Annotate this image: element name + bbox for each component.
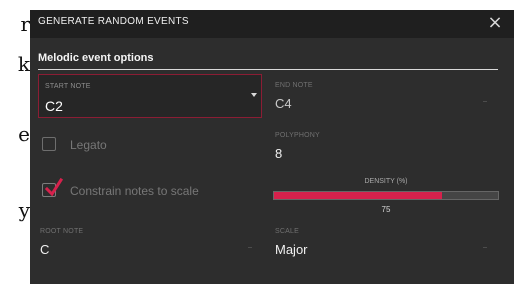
density-slider-fill (274, 192, 442, 199)
end-note-dropdown-indicator (483, 101, 487, 102)
background-letter-r: r (20, 12, 30, 36)
end-note-value: C4 (275, 96, 292, 111)
legato-checkbox-row[interactable]: Legato (40, 136, 270, 156)
polyphony-label: POLYPHONY (275, 132, 320, 139)
end-note-field[interactable]: END NOTE C4 (273, 82, 497, 118)
close-icon[interactable]: × (486, 14, 504, 32)
density-control[interactable]: DENSITY (%) 75 (273, 178, 499, 216)
end-note-label: END NOTE (275, 82, 313, 89)
background-letter-e: e (18, 122, 30, 146)
section-title: Melodic event options (38, 52, 154, 64)
root-note-value: C (40, 242, 50, 257)
scale-label: SCALE (275, 228, 299, 235)
root-note-dropdown-indicator (248, 247, 252, 248)
check-icon (45, 177, 63, 197)
dialog-header: GENERATE RANDOM EVENTS × (30, 10, 514, 38)
density-value: 75 (381, 205, 391, 214)
background-letter-k: k (17, 52, 30, 76)
root-note-field[interactable]: ROOT NOTE C (38, 228, 262, 264)
start-note-field[interactable]: START NOTE C2 (38, 74, 262, 118)
root-note-label: ROOT NOTE (40, 228, 84, 235)
polyphony-field[interactable]: POLYPHONY 8 (273, 132, 497, 168)
constrain-notes-label: Constrain notes to scale (70, 184, 199, 198)
section-divider (38, 69, 498, 70)
generate-random-events-dialog: GENERATE RANDOM EVENTS × Melodic event o… (30, 10, 514, 284)
legato-label: Legato (70, 138, 107, 152)
start-note-label: START NOTE (45, 83, 91, 90)
constrain-notes-checkbox-row[interactable]: Constrain notes to scale (40, 177, 270, 202)
start-note-value: C2 (45, 98, 63, 114)
density-label: DENSITY (%) (364, 178, 408, 185)
dialog-title: GENERATE RANDOM EVENTS (38, 16, 189, 27)
chevron-down-icon (251, 93, 257, 97)
polyphony-value: 8 (275, 146, 283, 161)
scale-value: Major (275, 242, 308, 257)
legato-checkbox[interactable] (42, 137, 56, 151)
scale-dropdown-indicator (483, 247, 487, 248)
density-slider[interactable] (273, 191, 499, 200)
constrain-notes-checkbox[interactable] (42, 177, 63, 197)
scale-field[interactable]: SCALE Major (273, 228, 497, 264)
background-letter-y: y (18, 198, 30, 222)
